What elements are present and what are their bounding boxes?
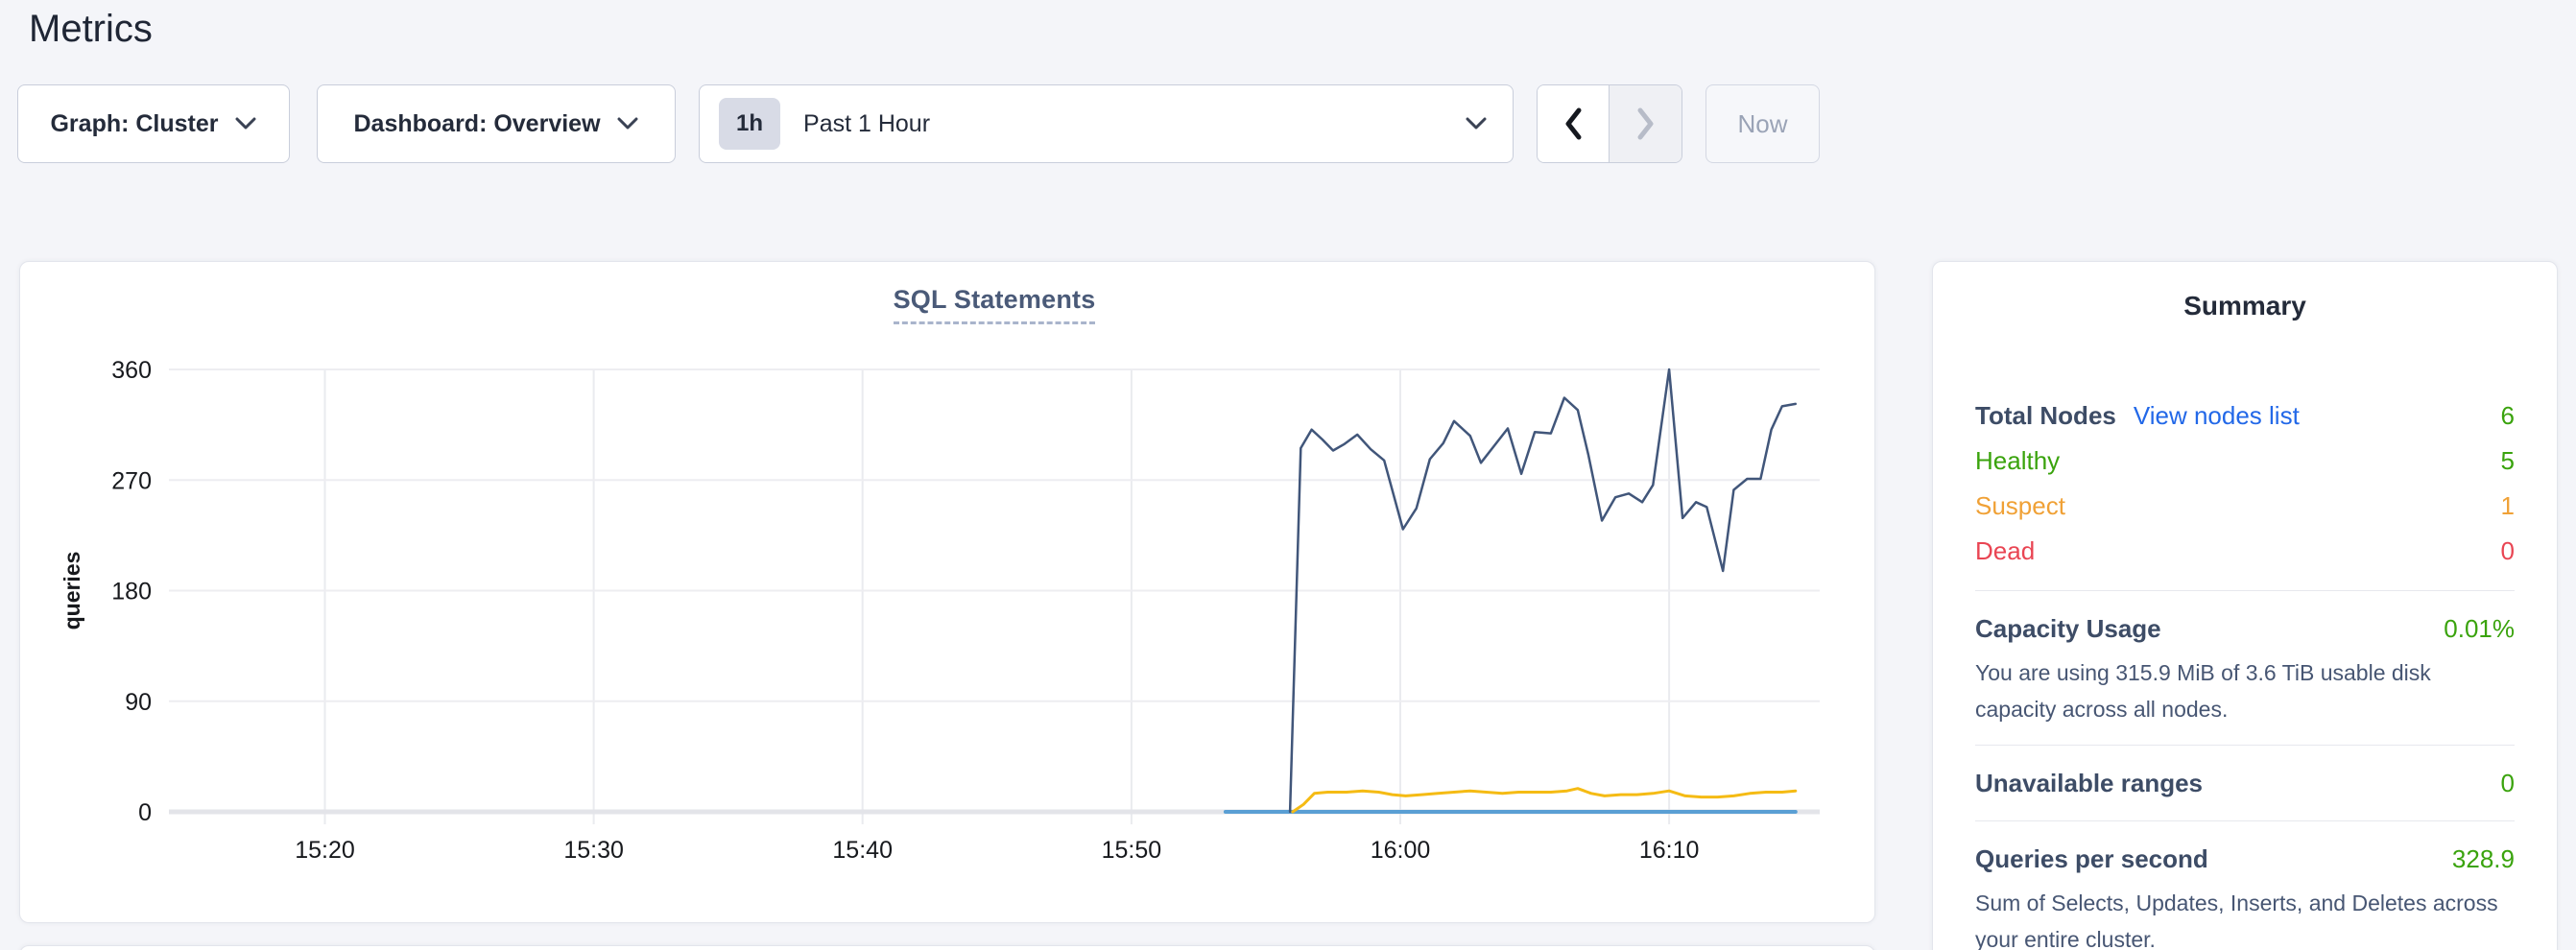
suspect-label: Suspect <box>1975 484 2065 529</box>
chevron-down-icon <box>1465 117 1488 131</box>
healthy-label: Healthy <box>1975 439 2060 484</box>
dead-nodes-row: Dead 0 <box>1975 529 2515 574</box>
now-button[interactable]: Now <box>1705 84 1820 163</box>
previous-time-window-button[interactable] <box>1538 85 1610 162</box>
nodes-status-list: Total Nodes View nodes list 6 Healthy 5 … <box>1975 393 2515 574</box>
svg-text:0: 0 <box>138 799 152 826</box>
suspect-value: 1 <box>2501 484 2515 529</box>
dashboard-dropdown[interactable]: Dashboard: Overview <box>317 84 676 163</box>
svg-text:360: 360 <box>111 357 152 384</box>
time-window-nav <box>1537 84 1682 163</box>
time-range-badge: 1h <box>719 98 780 150</box>
capacity-usage-value: 0.01% <box>2444 608 2515 649</box>
total-nodes-label: Total Nodes <box>1975 393 2116 439</box>
svg-text:15:30: 15:30 <box>563 837 624 864</box>
summary-panel: Summary Total Nodes View nodes list 6 He… <box>1932 261 2558 950</box>
capacity-usage-label: Capacity Usage <box>1975 608 2161 649</box>
unavailable-ranges-section: Unavailable ranges 0 <box>1975 746 2515 803</box>
queries-per-second-section: Queries per second 328.9 Sum of Selects,… <box>1975 821 2515 950</box>
total-nodes-row: Total Nodes View nodes list 6 <box>1975 393 2515 439</box>
time-range-label: Past 1 Hour <box>803 110 930 138</box>
queries-per-second-description: Sum of Selects, Updates, Inserts, and De… <box>1975 885 2515 950</box>
sql-statements-chart-card: SQL Statements 15:2015:3015:4015:5016:00… <box>19 261 1875 923</box>
svg-text:270: 270 <box>111 467 152 494</box>
chevron-right-icon <box>1635 107 1657 140</box>
total-nodes-value: 6 <box>2501 393 2515 439</box>
next-time-window-button[interactable] <box>1610 85 1682 162</box>
next-chart-card-partial <box>19 945 1875 950</box>
chevron-left-icon <box>1562 107 1584 140</box>
metrics-toolbar: Graph: Cluster Dashboard: Overview 1h Pa… <box>17 84 1820 163</box>
unavailable-ranges-value: 0 <box>2501 763 2515 803</box>
chevron-down-icon <box>616 117 639 131</box>
svg-text:15:40: 15:40 <box>832 837 893 864</box>
dead-value: 0 <box>2501 529 2515 574</box>
svg-text:15:20: 15:20 <box>295 837 355 864</box>
svg-text:90: 90 <box>125 689 152 716</box>
view-nodes-list-link[interactable]: View nodes list <box>2134 393 2300 439</box>
svg-text:16:10: 16:10 <box>1639 837 1700 864</box>
unavailable-ranges-label: Unavailable ranges <box>1975 763 2203 803</box>
suspect-nodes-row: Suspect 1 <box>1975 484 2515 529</box>
healthy-nodes-row: Healthy 5 <box>1975 439 2515 484</box>
capacity-usage-section: Capacity Usage 0.01% You are using 315.9… <box>1975 591 2515 727</box>
capacity-usage-description: You are using 315.9 MiB of 3.6 TiB usabl… <box>1975 654 2515 727</box>
summary-title: Summary <box>1975 262 2515 321</box>
dead-label: Dead <box>1975 529 2035 574</box>
chevron-down-icon <box>234 117 257 131</box>
healthy-value: 5 <box>2501 439 2515 484</box>
page-title: Metrics <box>29 8 153 51</box>
svg-text:15:50: 15:50 <box>1102 837 1162 864</box>
queries-per-second-label: Queries per second <box>1975 839 2208 879</box>
now-button-label: Now <box>1737 109 1787 139</box>
dashboard-label: Dashboard: Overview <box>353 110 600 138</box>
svg-text:180: 180 <box>111 579 152 606</box>
svg-text:queries: queries <box>60 552 84 630</box>
graph-scope-label: Graph: Cluster <box>50 110 218 138</box>
queries-per-second-value: 328.9 <box>2452 839 2515 879</box>
sql-statements-line-chart[interactable]: 15:20 15:30 15:40 15:50 16:00 16:10 0 90 180 270 3… <box>20 262 1876 924</box>
svg-text:16:00: 16:00 <box>1371 837 1431 864</box>
graph-scope-dropdown[interactable]: Graph: Cluster <box>17 84 290 163</box>
time-range-selector[interactable]: 1h Past 1 Hour <box>699 84 1514 163</box>
